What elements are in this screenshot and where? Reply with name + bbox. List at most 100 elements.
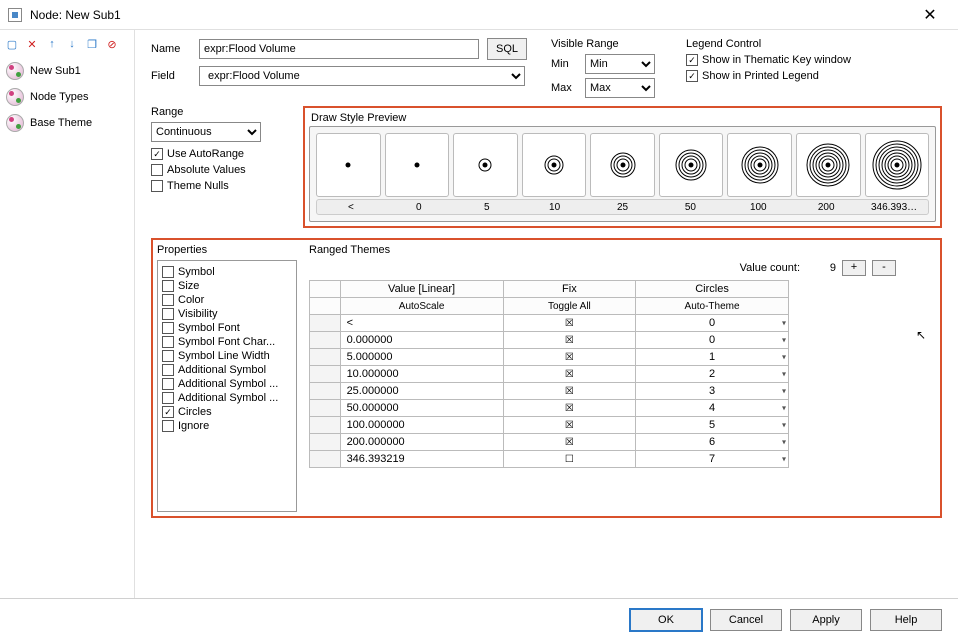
circles-cell[interactable]: 2▾	[636, 366, 789, 383]
property-row[interactable]: Additional Symbol	[162, 363, 292, 377]
property-row[interactable]: Additional Symbol ...	[162, 377, 292, 391]
table-row[interactable]: 25.000000☒3▾	[310, 383, 789, 400]
property-row[interactable]: Size	[162, 279, 292, 293]
value-cell[interactable]: 5.000000	[340, 349, 503, 366]
fix-cell[interactable]: ☒	[503, 332, 635, 349]
chevron-down-icon[interactable]: ▾	[782, 370, 786, 379]
preview-cell-6[interactable]	[727, 133, 792, 197]
preview-cell-1[interactable]	[385, 133, 450, 197]
property-check[interactable]	[162, 280, 174, 292]
autoscale-header[interactable]: AutoScale	[340, 298, 503, 315]
autotheme-header[interactable]: Auto-Theme	[636, 298, 789, 315]
property-row[interactable]: Visibility	[162, 307, 292, 321]
preview-cell-2[interactable]	[453, 133, 518, 197]
range-mode-select[interactable]: Continuous	[151, 122, 261, 142]
value-cell[interactable]: <	[340, 315, 503, 332]
cancel-button[interactable]: Cancel	[710, 609, 782, 631]
property-check[interactable]	[162, 266, 174, 278]
name-input[interactable]	[199, 39, 479, 59]
property-check[interactable]	[162, 392, 174, 404]
preview-cell-0[interactable]	[316, 133, 381, 197]
chevron-down-icon[interactable]: ▾	[782, 421, 786, 430]
value-count-minus[interactable]: -	[872, 260, 896, 276]
property-check[interactable]	[162, 364, 174, 376]
chevron-down-icon[interactable]: ▾	[782, 353, 786, 362]
value-cell[interactable]: 25.000000	[340, 383, 503, 400]
chevron-down-icon[interactable]: ▾	[782, 455, 786, 464]
value-cell[interactable]: 200.000000	[340, 434, 503, 451]
max-select[interactable]: Max	[585, 78, 655, 98]
value-cell[interactable]: 50.000000	[340, 400, 503, 417]
value-cell[interactable]: 346.393219	[340, 451, 503, 468]
property-row[interactable]: Symbol Font	[162, 321, 292, 335]
property-check[interactable]	[162, 308, 174, 320]
absvalues-check[interactable]	[151, 164, 163, 176]
property-check[interactable]	[162, 336, 174, 348]
table-row[interactable]: 5.000000☒1▾	[310, 349, 789, 366]
move-up-icon[interactable]: ↑	[44, 36, 60, 52]
ranged-themes-table[interactable]: Value [Linear]FixCirclesAutoScaleToggle …	[309, 280, 789, 468]
toggleall-header[interactable]: Toggle All	[503, 298, 635, 315]
delete-icon[interactable]: ✕	[24, 36, 40, 52]
property-check[interactable]	[162, 322, 174, 334]
property-row[interactable]: Symbol Line Width	[162, 349, 292, 363]
chevron-down-icon[interactable]: ▾	[782, 438, 786, 447]
table-row[interactable]: 50.000000☒4▾	[310, 400, 789, 417]
value-cell[interactable]: 100.000000	[340, 417, 503, 434]
property-check[interactable]	[162, 350, 174, 362]
table-row[interactable]: <☒0▾	[310, 315, 789, 332]
property-row[interactable]: Symbol Font Char...	[162, 335, 292, 349]
property-row[interactable]: Color	[162, 293, 292, 307]
property-row[interactable]: Additional Symbol ...	[162, 391, 292, 405]
fix-cell[interactable]: ☒	[503, 434, 635, 451]
fix-cell[interactable]: ☐	[503, 451, 635, 468]
preview-cell-7[interactable]	[796, 133, 861, 197]
preview-cell-5[interactable]	[659, 133, 724, 197]
ok-button[interactable]: OK	[630, 609, 702, 631]
value-cell[interactable]: 0.000000	[340, 332, 503, 349]
circles-cell[interactable]: 1▾	[636, 349, 789, 366]
forbid-icon[interactable]: ⊘	[104, 36, 120, 52]
property-row[interactable]: Circles	[162, 405, 292, 419]
value-cell[interactable]: 10.000000	[340, 366, 503, 383]
themenulls-check[interactable]	[151, 180, 163, 192]
copy-icon[interactable]: ❐	[84, 36, 100, 52]
preview-cell-8[interactable]	[865, 133, 930, 197]
fix-cell[interactable]: ☒	[503, 400, 635, 417]
chevron-down-icon[interactable]: ▾	[782, 404, 786, 413]
circles-cell[interactable]: 5▾	[636, 417, 789, 434]
sidebar-item-1[interactable]: Node Types	[0, 84, 134, 110]
chevron-down-icon[interactable]: ▾	[782, 336, 786, 345]
property-check[interactable]	[162, 294, 174, 306]
close-button[interactable]: ✕	[910, 5, 950, 25]
sidebar-item-2[interactable]: Base Theme	[0, 110, 134, 136]
move-down-icon[interactable]: ↓	[64, 36, 80, 52]
circles-cell[interactable]: 0▾	[636, 315, 789, 332]
apply-button[interactable]: Apply	[790, 609, 862, 631]
property-row[interactable]: Ignore	[162, 419, 292, 433]
circles-cell[interactable]: 3▾	[636, 383, 789, 400]
table-row[interactable]: 346.393219☐7▾	[310, 451, 789, 468]
thematic-check[interactable]	[686, 54, 698, 66]
printed-check[interactable]	[686, 70, 698, 82]
new-layer-icon[interactable]: ▢	[4, 36, 20, 52]
circles-cell[interactable]: 6▾	[636, 434, 789, 451]
chevron-down-icon[interactable]: ▾	[782, 387, 786, 396]
circles-cell[interactable]: 4▾	[636, 400, 789, 417]
circles-cell[interactable]: 0▾	[636, 332, 789, 349]
sql-button[interactable]: SQL	[487, 38, 527, 60]
table-row[interactable]: 0.000000☒0▾	[310, 332, 789, 349]
property-check[interactable]	[162, 378, 174, 390]
table-row[interactable]: 10.000000☒2▾	[310, 366, 789, 383]
property-row[interactable]: Symbol	[162, 265, 292, 279]
preview-cell-4[interactable]	[590, 133, 655, 197]
help-button[interactable]: Help	[870, 609, 942, 631]
fix-cell[interactable]: ☒	[503, 366, 635, 383]
sidebar-item-0[interactable]: New Sub1	[0, 58, 134, 84]
table-row[interactable]: 100.000000☒5▾	[310, 417, 789, 434]
circles-cell[interactable]: 7▾	[636, 451, 789, 468]
field-select[interactable]: expr:Flood Volume	[199, 66, 525, 86]
table-row[interactable]: 200.000000☒6▾	[310, 434, 789, 451]
chevron-down-icon[interactable]: ▾	[782, 319, 786, 328]
fix-cell[interactable]: ☒	[503, 349, 635, 366]
